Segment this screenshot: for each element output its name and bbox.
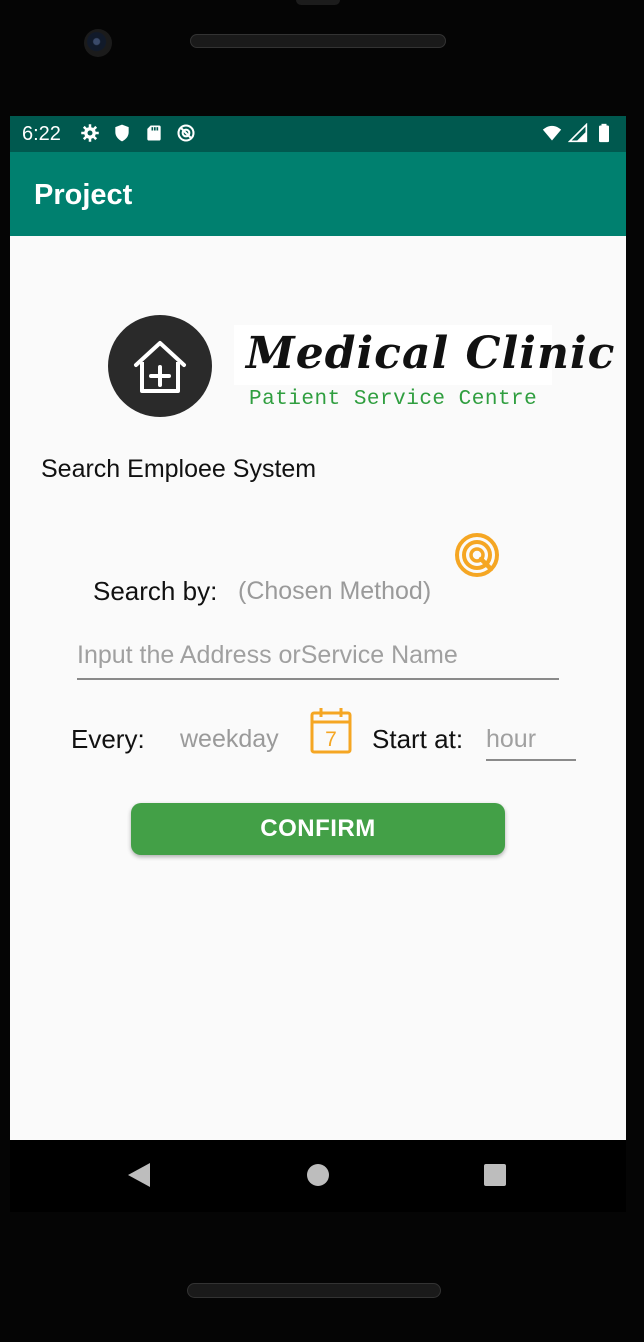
status-bar: 6:22 [10, 116, 626, 152]
every-label: Every: [71, 724, 145, 754]
battery-icon [599, 123, 609, 143]
confirm-button[interactable]: CONFIRM [131, 803, 505, 855]
device-frame: 6:22 Project Medical Clinic Patient Serv… [0, 0, 644, 1342]
top-notch [296, 0, 340, 5]
recents-icon[interactable] [484, 1164, 506, 1186]
notification-icons [80, 123, 196, 143]
bottom-speaker [187, 1283, 441, 1298]
app-bar: Project [10, 152, 626, 236]
wifi-icon [542, 125, 562, 141]
sync-icon [177, 124, 195, 142]
brand-title: Medical Clinic [246, 328, 616, 379]
search-by-label: Search by: [93, 576, 218, 606]
hour-input[interactable] [486, 719, 576, 761]
start-at-label: Start at: [372, 724, 464, 754]
status-time: 6:22 [22, 123, 61, 145]
calendar-day: 7 [325, 728, 337, 751]
system-icons [542, 123, 614, 143]
signal-icon [568, 123, 588, 143]
back-icon[interactable] [128, 1163, 150, 1187]
app-title: Project [34, 179, 133, 211]
sd-card-icon [147, 125, 161, 141]
search-target-icon[interactable] [454, 532, 502, 580]
page-title: Search Emploee System [41, 455, 317, 483]
settings-icon [81, 124, 99, 142]
navigation-bar [10, 1140, 626, 1212]
app-screen: 6:22 Project Medical Clinic Patient Serv… [10, 116, 626, 1140]
weekday-field[interactable]: weekday [180, 725, 279, 754]
calendar-icon[interactable]: 7 [309, 707, 353, 755]
address-service-input[interactable] [77, 638, 559, 680]
earpiece-speaker [190, 34, 446, 48]
shield-icon [115, 124, 129, 142]
brand-subtitle: Patient Service Centre [249, 388, 538, 411]
home-plus-icon [108, 315, 212, 417]
front-camera [84, 29, 112, 57]
search-method-selector[interactable]: (Chosen Method) [238, 577, 431, 606]
home-icon[interactable] [307, 1164, 329, 1186]
